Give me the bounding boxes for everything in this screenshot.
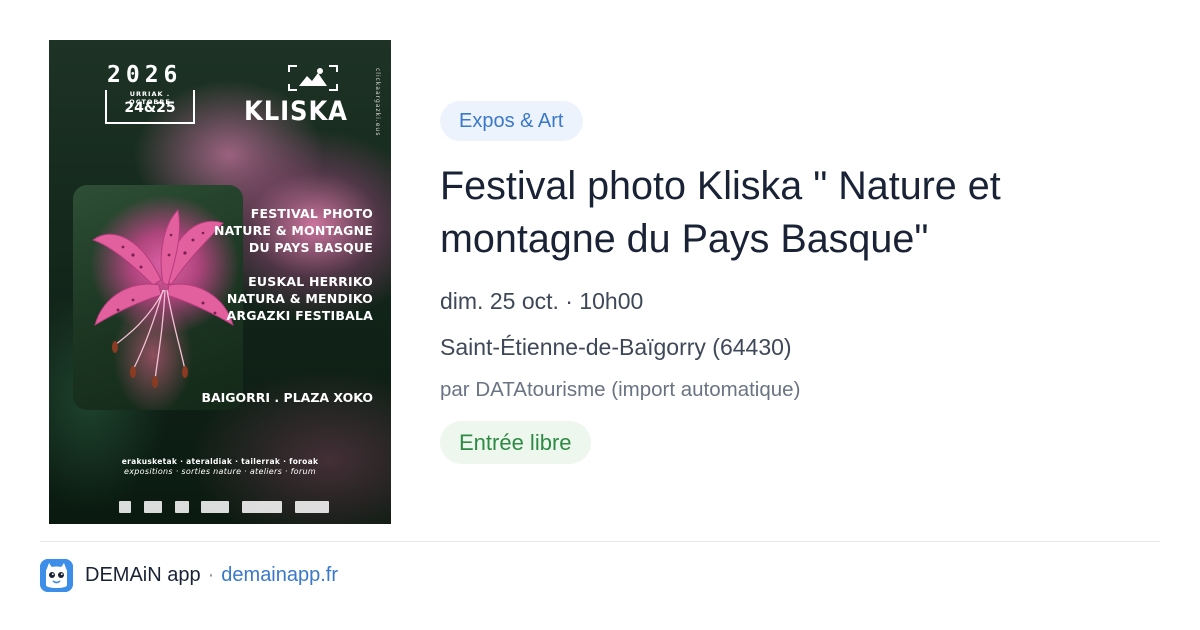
event-source: par DATAtourisme (import automatique) bbox=[440, 378, 801, 401]
sponsor-logo bbox=[201, 501, 230, 513]
app-mascot-icon bbox=[40, 559, 73, 592]
poster-headline-line: FESTIVAL PHOTO bbox=[250, 206, 373, 221]
sponsor-logo bbox=[119, 501, 131, 513]
price-badge: Entrée libre bbox=[440, 421, 591, 464]
poster-activities: erakusketak · ateraldiak · tailerrak · f… bbox=[49, 457, 391, 476]
demain-app-icon bbox=[40, 559, 73, 592]
poster-venue: BAIGORRI . PLAZA XOKO bbox=[201, 390, 373, 405]
poster-year: 2026 bbox=[107, 62, 183, 88]
poster-headline-line: EUSKAL HERRIKO bbox=[248, 274, 373, 289]
event-date-time: dim. 25 oct. · 10h00 bbox=[440, 288, 644, 314]
poster-brand: KLISKA bbox=[244, 96, 348, 127]
footer-attribution: DEMAiN app · demainapp.fr bbox=[85, 562, 338, 588]
sponsor-logo bbox=[294, 501, 329, 513]
poster-headline-line: NATURA & MENDIKO bbox=[226, 291, 373, 306]
poster-headline-gap bbox=[214, 256, 373, 273]
poster-activities-fr: expositions · sorties nature · ateliers … bbox=[124, 467, 316, 476]
poster-headline-line: NATURE & MONTAGNE bbox=[213, 223, 373, 238]
event-poster-image: 2026 URRIAK . OCTOBRE 24&25 KLISKA click… bbox=[49, 40, 391, 524]
poster-headline-line: DU PAYS BASQUE bbox=[248, 240, 373, 255]
footer-divider bbox=[40, 541, 1160, 542]
poster-activities-eu: erakusketak · ateraldiak · tailerrak · f… bbox=[121, 457, 319, 466]
app-website-link[interactable]: demainapp.fr bbox=[221, 564, 338, 586]
poster-headline: FESTIVAL PHOTO NATURE & MONTAGNE DU PAYS… bbox=[214, 205, 373, 324]
poster-days: 24&25 bbox=[124, 100, 176, 116]
app-name: DEMAiN app bbox=[85, 564, 201, 586]
footer-separator: · bbox=[207, 564, 215, 586]
sponsor-logo bbox=[242, 501, 283, 513]
poster-headline-line: ARGAZKI FESTIBALA bbox=[226, 308, 373, 323]
event-location: Saint-Étienne-de-Baïgorry (64430) bbox=[440, 334, 792, 360]
poster-website: clickaargazki.eus bbox=[374, 68, 381, 137]
poster-sponsor-logos bbox=[119, 498, 329, 516]
sponsor-logo bbox=[174, 501, 189, 513]
camera-mountain-icon bbox=[288, 65, 338, 91]
event-title: Festival photo Kliska " Nature et montag… bbox=[440, 164, 1001, 261]
category-badge: Expos & Art bbox=[440, 101, 583, 141]
sponsor-logo bbox=[143, 501, 162, 513]
